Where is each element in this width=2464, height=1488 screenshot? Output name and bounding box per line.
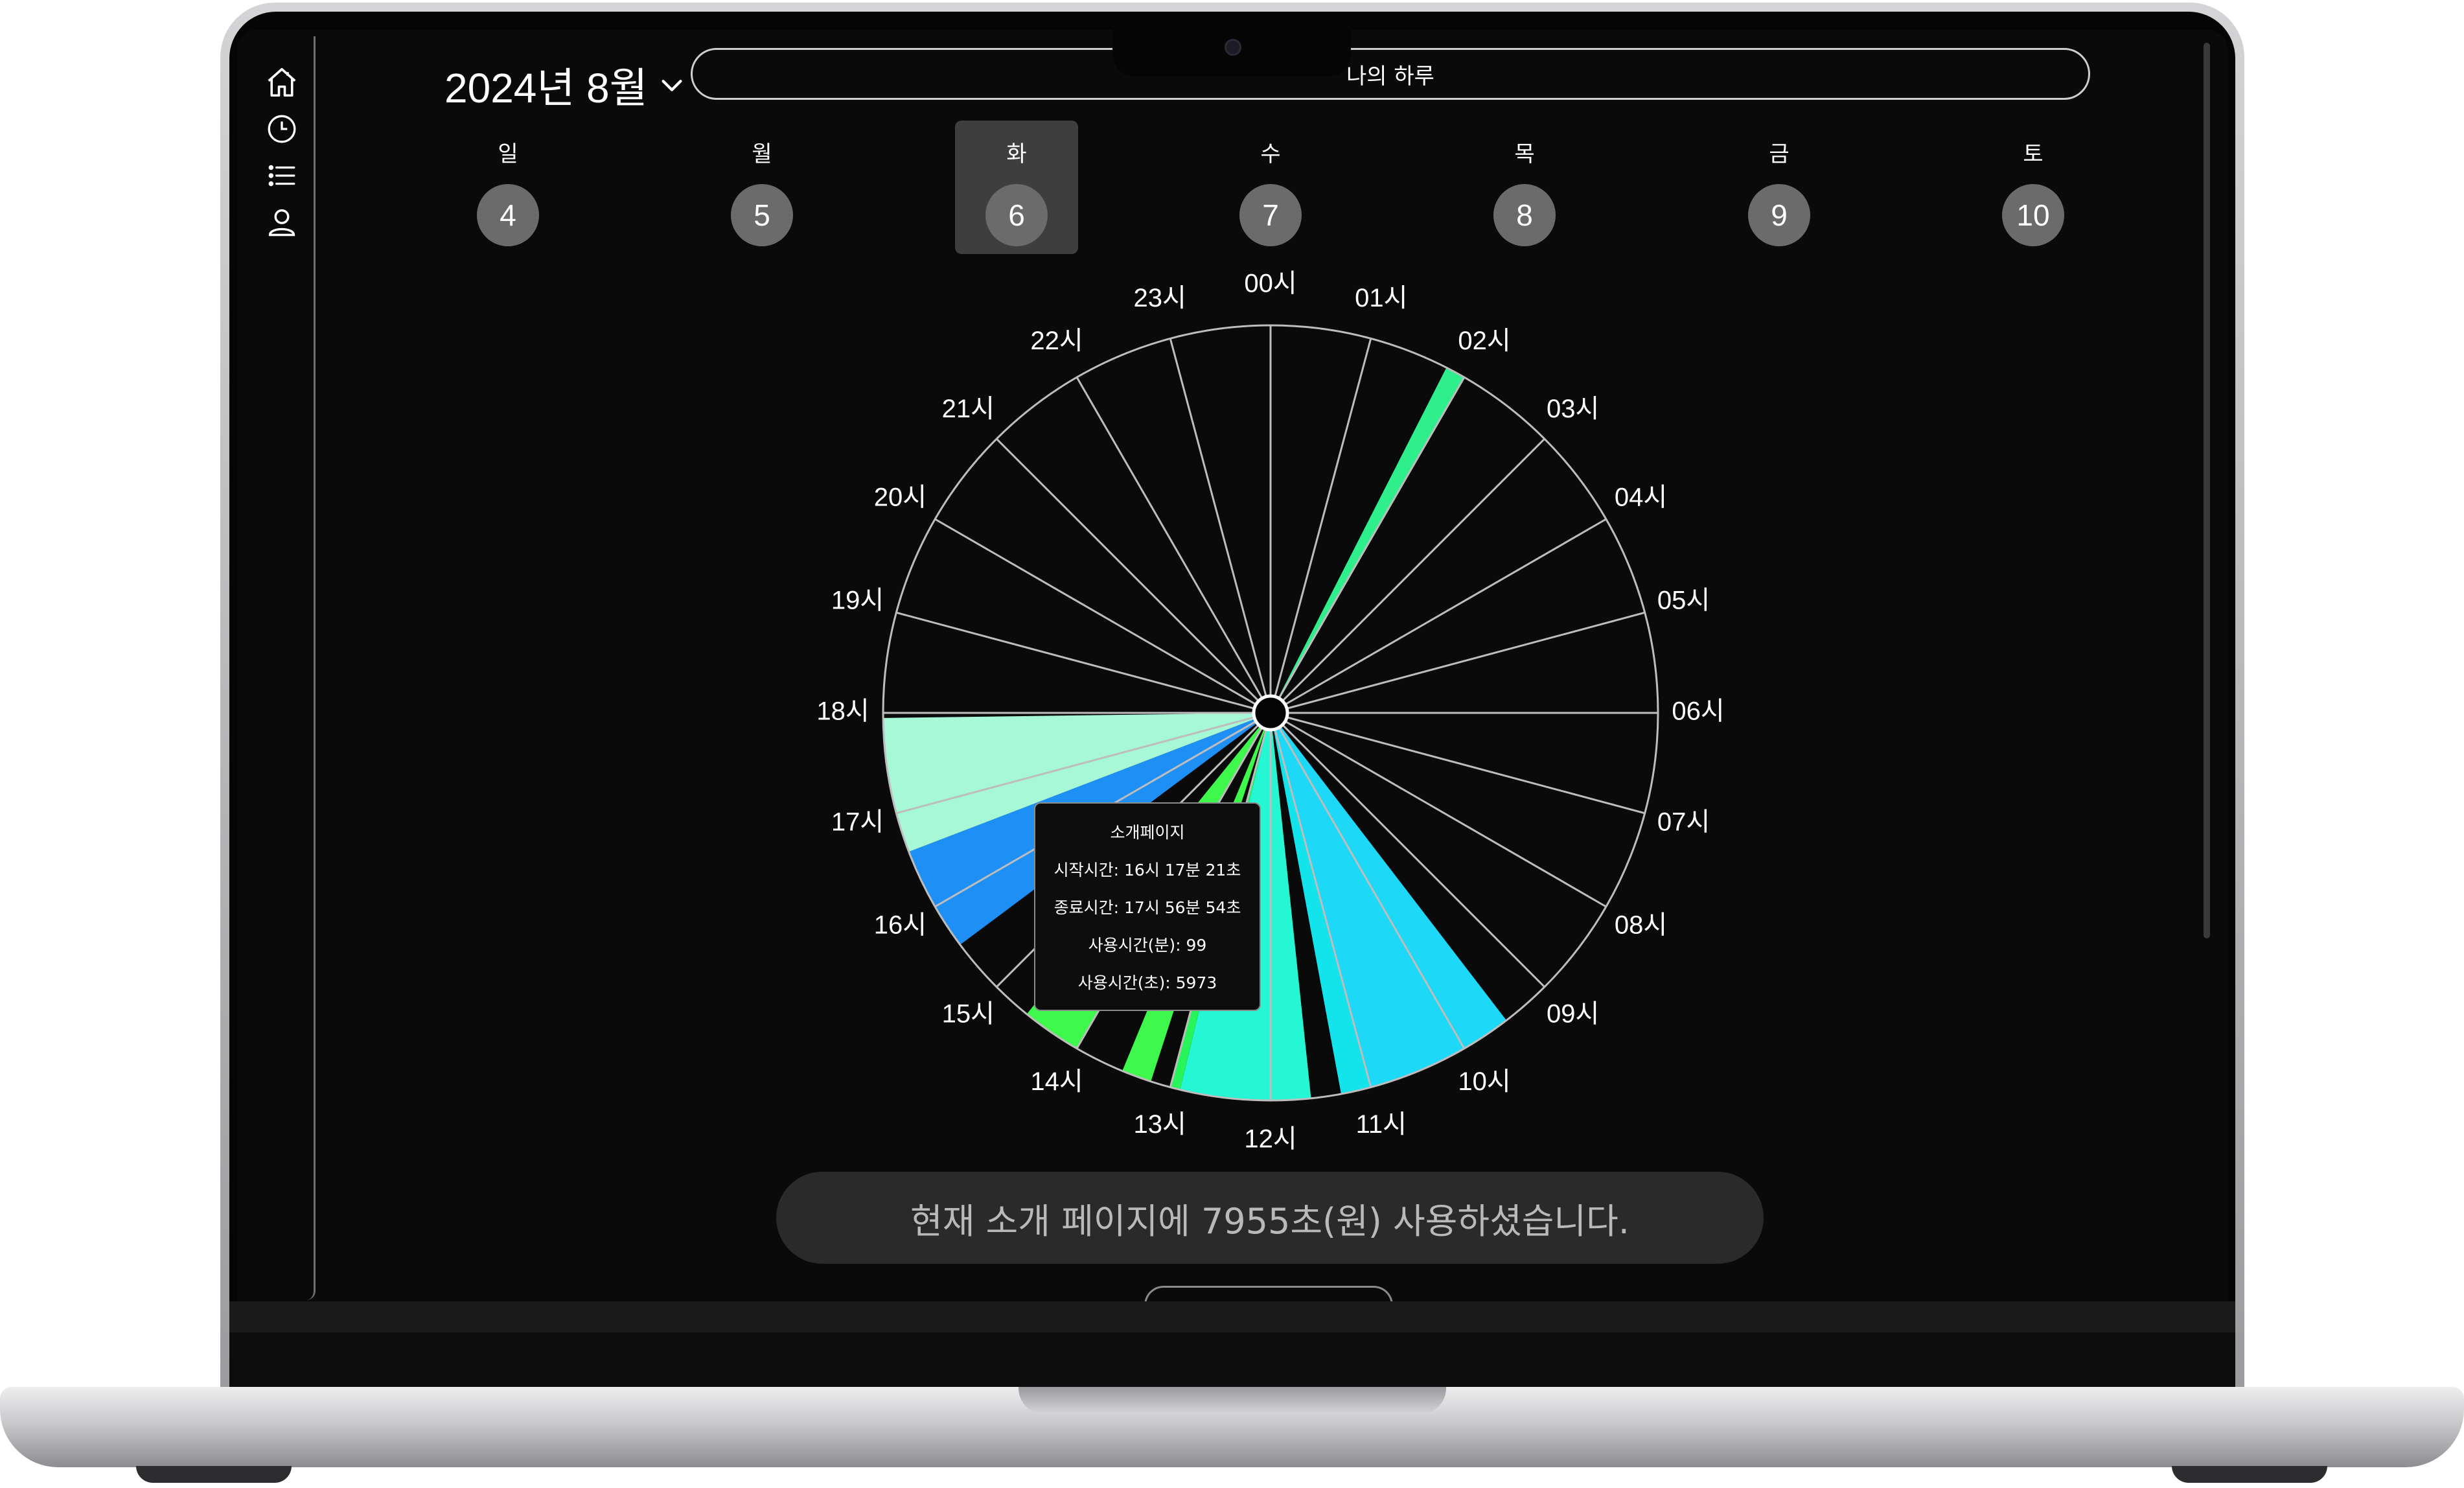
hour-label: 16시 bbox=[874, 911, 927, 940]
daily-usage-chart: 00시 01시 02시 03시 04시 05시 06시 07시 08시 09시 10시 11시 12시 1… bbox=[816, 270, 1724, 1154]
hour-spoke bbox=[895, 611, 1271, 714]
hour-label: 04시 bbox=[1615, 483, 1667, 512]
segment-tooltip: 소개페이지 시작시간: 16시 17분 21초 종료시간: 17시 56분 54… bbox=[1034, 802, 1261, 1011]
usage-summary: 현재 소개 페이지에 7955초(원) 사용하셨습니다. bbox=[776, 1172, 1764, 1264]
hour-label: 15시 bbox=[942, 999, 995, 1028]
trackpad-notch bbox=[1019, 1387, 1446, 1414]
hour-label: 20시 bbox=[874, 483, 927, 512]
hour-label: 03시 bbox=[1547, 395, 1599, 423]
hour-label: 05시 bbox=[1657, 587, 1710, 615]
camera-icon bbox=[1225, 39, 1241, 56]
laptop-foot bbox=[2172, 1466, 2327, 1483]
hour-spoke bbox=[1269, 338, 1372, 714]
hour-spoke bbox=[934, 518, 1271, 714]
hour-label: 18시 bbox=[816, 697, 869, 726]
hour-label: 06시 bbox=[1672, 697, 1724, 726]
hour-label: 19시 bbox=[831, 587, 884, 615]
hour-label: 14시 bbox=[1030, 1067, 1083, 1096]
tooltip-title: 소개페이지 bbox=[1110, 823, 1185, 842]
hour-spoke bbox=[1269, 438, 1545, 714]
tooltip-start: 시작시간: 16시 17분 21초 bbox=[1054, 861, 1241, 879]
tooltip-minutes: 사용시간(분): 99 bbox=[1088, 936, 1207, 955]
hour-label: 11시 bbox=[1356, 1110, 1407, 1139]
clock-center bbox=[1252, 694, 1289, 732]
hour-label: 10시 bbox=[1458, 1067, 1510, 1096]
hour-spoke bbox=[1270, 611, 1646, 714]
app-screen: 2024년 8월 나의 하루 일 4 월 5 화 6 수 7 목 8 금 9 토… bbox=[237, 30, 2228, 1301]
hour-label: 22시 bbox=[1030, 327, 1083, 355]
hour-spoke bbox=[996, 438, 1272, 714]
hour-spoke bbox=[1169, 338, 1272, 714]
hour-label: 23시 bbox=[1134, 284, 1186, 312]
hour-label: 00시 bbox=[1244, 270, 1296, 298]
screen-bottom-strip bbox=[229, 1301, 2235, 1332]
hour-label: 08시 bbox=[1615, 911, 1667, 940]
hour-spoke bbox=[1076, 377, 1272, 714]
laptop-foot bbox=[136, 1466, 292, 1483]
hour-label: 21시 bbox=[942, 395, 995, 423]
hour-label: 13시 bbox=[1134, 1110, 1186, 1139]
hour-label: 17시 bbox=[831, 808, 884, 836]
hour-label: 01시 bbox=[1355, 284, 1407, 312]
hour-label: 02시 bbox=[1458, 327, 1510, 355]
tooltip-end: 종료시간: 17시 56분 54초 bbox=[1054, 898, 1241, 917]
summary-text: 현재 소개 페이지에 7955초(원) 사용하셨습니다. bbox=[910, 1200, 1629, 1242]
tooltip-seconds: 사용시간(초): 5973 bbox=[1077, 973, 1217, 992]
scrollbar[interactable] bbox=[2204, 43, 2210, 938]
bottom-handle[interactable] bbox=[1144, 1286, 1393, 1301]
hour-label: 07시 bbox=[1657, 808, 1710, 836]
hour-label: 09시 bbox=[1547, 999, 1599, 1028]
hour-label: 12시 bbox=[1244, 1125, 1296, 1154]
laptop-chin bbox=[229, 1332, 2235, 1387]
hour-spoke bbox=[1269, 377, 1466, 714]
